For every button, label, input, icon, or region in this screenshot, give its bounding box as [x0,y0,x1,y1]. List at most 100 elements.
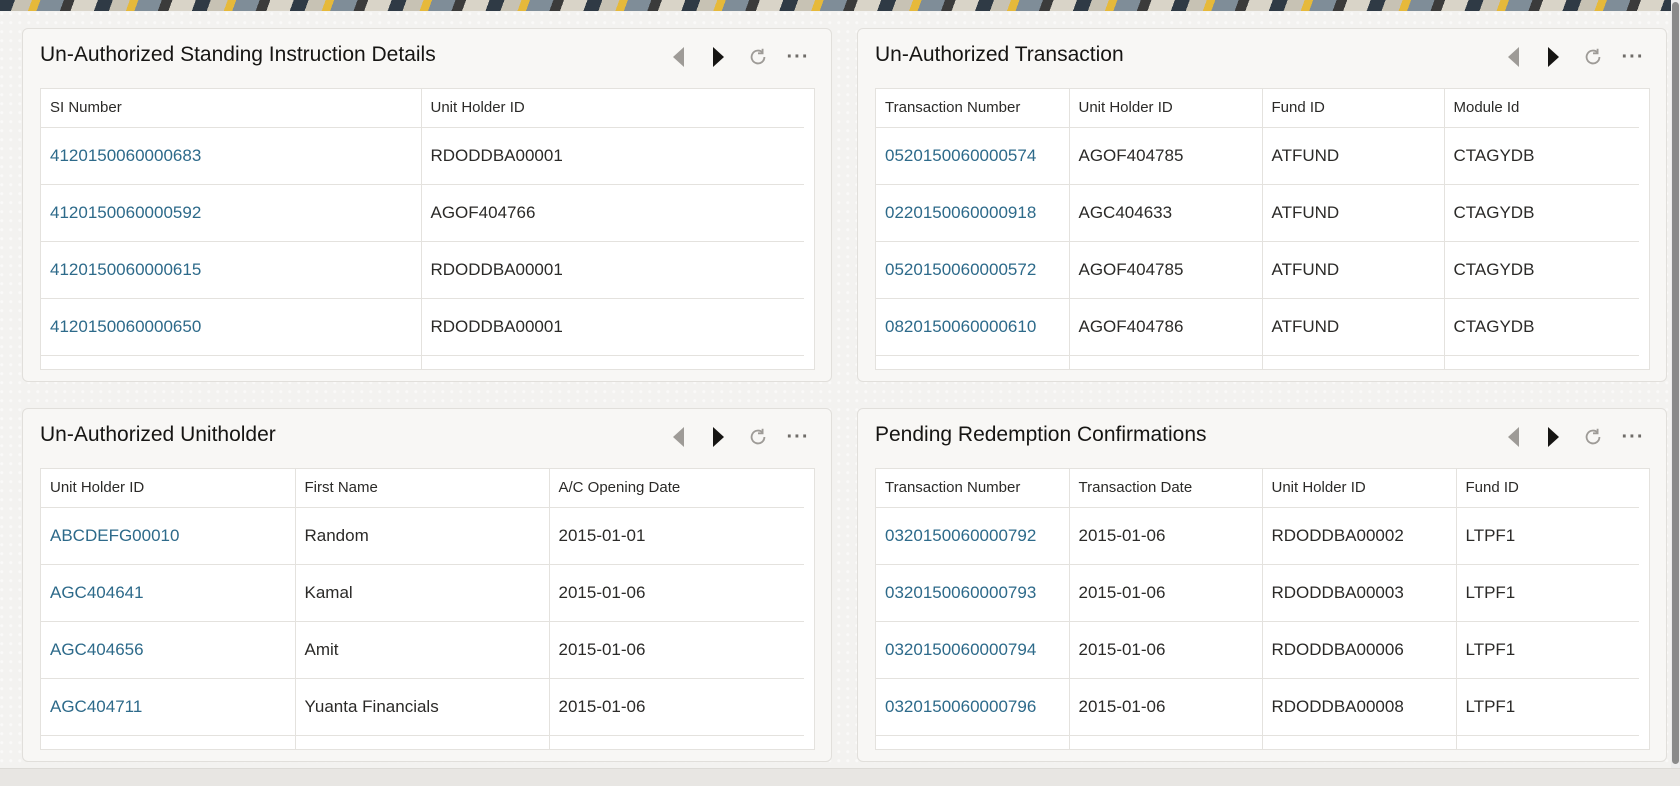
column-header[interactable]: Unit Holder ID [421,89,804,128]
column-header[interactable]: Unit Holder ID [1262,469,1457,508]
table-cell: Kamal [295,564,550,622]
table-cell: 2015-01-06 [1069,621,1263,679]
refresh-button[interactable] [1580,44,1606,70]
chevron-left-icon [1507,47,1519,67]
table-cell: CTAGYDB [1444,241,1639,299]
column-header[interactable]: Fund ID [1456,469,1639,508]
transaction-number-link[interactable]: 0820150060000610 [876,298,1070,356]
unit-holder-id-link[interactable]: AGC404711 [41,678,296,736]
panel-toolbar: ··· [665,43,811,71]
table-cell: Random [295,507,550,565]
column-header[interactable]: Unit Holder ID [1069,89,1263,128]
transaction-number-link[interactable]: 0320150060000792 [876,507,1070,565]
table-cell: LTPF1 [1456,621,1639,679]
table-row-partial [876,355,1639,369]
column-header[interactable]: A/C Opening Date [549,469,804,508]
column-header[interactable]: Transaction Number [876,469,1070,508]
table-row: 4120150060000615 RDODDBA00001 [41,241,804,299]
column-header[interactable]: Transaction Number [876,89,1070,128]
prev-page-button[interactable] [1500,44,1526,70]
si-number-link[interactable]: 4120150060000650 [41,298,422,356]
unit-holder-id-link[interactable]: AGC404656 [41,621,296,679]
transaction-number-link[interactable]: 0220150060000918 [876,184,1070,242]
transaction-table: Transaction Number Unit Holder ID Fund I… [875,88,1650,370]
panel-toolbar: ··· [1500,423,1646,451]
panel-title: Un-Authorized Transaction [875,43,1124,66]
chevron-left-icon [672,47,684,67]
chevron-right-icon [712,47,724,67]
table-cell: 2015-01-06 [549,678,804,736]
table-row: ABCDEFG00010 Random 2015-01-01 [41,507,804,565]
table-row: 0820150060000610 AGOF404786 ATFUND CTAGY… [876,298,1639,356]
column-header[interactable]: First Name [295,469,550,508]
transaction-number-link[interactable]: 0320150060000796 [876,678,1070,736]
header-banner [0,0,1680,11]
si-number-link[interactable]: 4120150060000592 [41,184,422,242]
prev-page-button[interactable] [665,44,691,70]
table-cell: CTAGYDB [1444,298,1639,356]
column-header[interactable]: Module Id [1444,89,1639,128]
table-row: 0520150060000572 AGOF404785 ATFUND CTAGY… [876,241,1639,299]
panel-title: Un-Authorized Standing Instruction Detai… [40,43,436,66]
table-header-row: Unit Holder ID First Name A/C Opening Da… [41,469,804,508]
more-options-icon: ··· [1621,426,1645,448]
table-row: 0320150060000794 2015-01-06 RDODDBA00006… [876,621,1639,679]
more-options-button[interactable]: ··· [785,424,811,450]
prev-page-button[interactable] [1500,424,1526,450]
more-options-icon: ··· [1621,46,1645,68]
transaction-number-link[interactable]: 0520150060000572 [876,241,1070,299]
table-row: 0520150060000574 AGOF404785 ATFUND CTAGY… [876,127,1639,185]
table-header-row: Transaction Number Transaction Date Unit… [876,469,1639,508]
more-options-button[interactable]: ··· [785,44,811,70]
si-number-link[interactable]: 4120150060000615 [41,241,422,299]
chevron-right-icon [712,427,724,447]
table-cell: 2015-01-06 [549,621,804,679]
table-row: AGC404641 Kamal 2015-01-06 [41,564,804,622]
table-cell: 2015-01-06 [1069,678,1263,736]
transaction-number-link[interactable]: 0320150060000794 [876,621,1070,679]
page-scrollbar[interactable] [1671,0,1680,768]
panel-unauthorized-unitholder: Un-Authorized Unitholder ··· Unit Holder… [22,408,832,762]
panel-title: Un-Authorized Unitholder [40,423,276,446]
table-header-row: Transaction Number Unit Holder ID Fund I… [876,89,1639,128]
panel-toolbar: ··· [1500,43,1646,71]
column-header[interactable]: Unit Holder ID [41,469,296,508]
unit-holder-id-link[interactable]: ABCDEFG00010 [41,507,296,565]
table-cell: ATFUND [1262,127,1445,185]
transaction-number-link[interactable]: 0320150060000793 [876,564,1070,622]
table-cell: AGOF404786 [1069,298,1263,356]
next-page-button[interactable] [1540,44,1566,70]
column-header[interactable]: Fund ID [1262,89,1445,128]
unitholder-table: Unit Holder ID First Name A/C Opening Da… [40,468,815,750]
table-row: 4120150060000592 AGOF404766 [41,184,804,242]
refresh-button[interactable] [745,44,771,70]
more-options-button[interactable]: ··· [1620,44,1646,70]
table-cell: RDODDBA00002 [1262,507,1457,565]
panel-pending-redemption: Pending Redemption Confirmations ··· Tra… [857,408,1667,762]
column-header[interactable]: Transaction Date [1069,469,1263,508]
scrollbar-thumb[interactable] [1672,2,1679,764]
table-row-partial [41,735,804,749]
refresh-button[interactable] [745,424,771,450]
next-page-button[interactable] [705,424,731,450]
refresh-button[interactable] [1580,424,1606,450]
next-page-button[interactable] [705,44,731,70]
table-row: AGC404656 Amit 2015-01-06 [41,621,804,679]
table-cell: LTPF1 [1456,564,1639,622]
refresh-icon [1585,48,1601,65]
table-cell: RDODDBA00006 [1262,621,1457,679]
chevron-left-icon [672,427,684,447]
table-row: 0320150060000796 2015-01-06 RDODDBA00008… [876,678,1639,736]
next-page-button[interactable] [1540,424,1566,450]
si-number-link[interactable]: 4120150060000683 [41,127,422,185]
unit-holder-id-link[interactable]: AGC404641 [41,564,296,622]
prev-page-button[interactable] [665,424,691,450]
table-row: 0320150060000793 2015-01-06 RDODDBA00003… [876,564,1639,622]
column-header[interactable]: SI Number [41,89,422,128]
table-header-row: SI Number Unit Holder ID [41,89,804,128]
table-cell: Yuanta Financials [295,678,550,736]
transaction-number-link[interactable]: 0520150060000574 [876,127,1070,185]
more-options-button[interactable]: ··· [1620,424,1646,450]
table-cell: ATFUND [1262,241,1445,299]
table-cell: AGOF404785 [1069,241,1263,299]
